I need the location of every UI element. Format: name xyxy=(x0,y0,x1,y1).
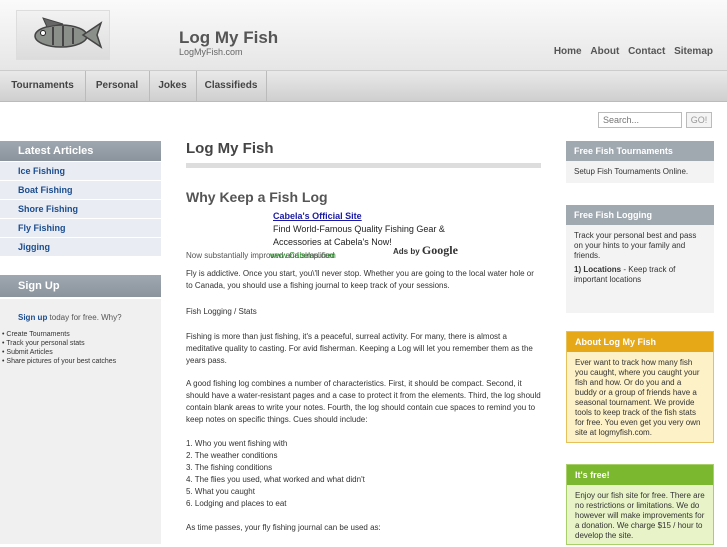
benefit-item: Create Tournaments xyxy=(2,330,116,339)
list-item: 5. What you caught xyxy=(186,487,255,496)
paragraph-2: Fish Logging / Stats xyxy=(186,307,257,316)
signup-benefits: Create Tournaments Track your personal s… xyxy=(2,330,116,366)
nav-home[interactable]: Home xyxy=(554,46,582,57)
about-body: Ever want to track how many fish you cau… xyxy=(575,358,701,437)
about-box: About Log My Fish Ever want to track how… xyxy=(566,331,714,443)
latest-articles-list: Ice Fishing Boat Fishing Shore Fishing F… xyxy=(0,162,161,257)
paragraph-3: Fishing is more than just fishing, it's … xyxy=(186,332,533,365)
locations-label: 1) Locations xyxy=(574,265,622,274)
article-link-fly-fishing[interactable]: Fly Fishing xyxy=(0,219,161,238)
free-logging-box: Free Fish Logging Track your personal be… xyxy=(566,205,714,313)
site-subtitle: LogMyFish.com xyxy=(179,47,243,57)
free-tournaments-heading: Free Fish Tournaments xyxy=(566,141,714,161)
main-content: Log My Fish Why Keep a Fish Log xyxy=(186,140,541,205)
list-item: 1. Who you went fishing with xyxy=(186,439,288,448)
signup-link[interactable]: Sign up xyxy=(18,313,47,322)
paragraph-4: A good fishing log combines a number of … xyxy=(186,379,541,424)
free-tournaments-box: Free Fish Tournaments Setup Fish Tournam… xyxy=(566,141,714,183)
signup-text-tail: today for free. Why? xyxy=(47,313,122,322)
tab-personal[interactable]: Personal xyxy=(85,71,150,101)
article-link-shore-fishing[interactable]: Shore Fishing xyxy=(0,200,161,219)
article-title: Why Keep a Fish Log xyxy=(186,189,328,205)
free-logging-heading: Free Fish Logging xyxy=(566,205,714,225)
tab-bar: Tournaments Personal Jokes Classifieds xyxy=(0,71,727,102)
free-logging-body: Track your personal best and pass on you… xyxy=(566,225,714,291)
list-item: 4. The flies you used, what worked and w… xyxy=(186,475,365,484)
free-heading: It's free! xyxy=(567,465,713,485)
cue-list: 1. Who you went fishing with 2. The weat… xyxy=(186,438,542,510)
ad-text-1: Find World-Famous Quality Fishing Gear & xyxy=(273,224,445,234)
nav-about[interactable]: About xyxy=(590,46,619,57)
free-logging-locations: 1) Locations - Keep track of important l… xyxy=(574,265,706,285)
free-tournaments-body: Setup Fish Tournaments Online. xyxy=(574,167,689,176)
site-title[interactable]: Log My Fish xyxy=(179,28,278,48)
free-box: It's free! Enjoy our fish site for free.… xyxy=(566,464,714,545)
latest-articles-heading: Latest Articles xyxy=(0,141,161,161)
article-link-jigging[interactable]: Jigging xyxy=(0,238,161,257)
ad-text-2: Accessories at Cabela's Now! xyxy=(273,237,392,247)
search-input[interactable] xyxy=(598,112,682,128)
list-item: 3. The fishing conditions xyxy=(186,463,273,472)
nav-sitemap[interactable]: Sitemap xyxy=(674,46,713,57)
article-link-boat-fishing[interactable]: Boat Fishing xyxy=(0,181,161,200)
title-divider xyxy=(186,163,541,168)
tab-tournaments[interactable]: Tournaments xyxy=(0,71,86,101)
list-item: 2. The weather conditions xyxy=(186,451,278,460)
benefit-item: Track your personal stats xyxy=(2,339,116,348)
top-nav: Home About Contact Sitemap xyxy=(548,46,713,57)
benefit-item: Share pictures of your best catches xyxy=(2,357,116,366)
paragraph-1: Fly is addictive. Once you start, you\'l… xyxy=(186,269,534,290)
list-item: 6. Lodging and places to eat xyxy=(186,499,287,508)
tab-jokes[interactable]: Jokes xyxy=(149,71,197,101)
paragraph-intro: Now substantially improved and simplifie… xyxy=(186,251,335,260)
site-header: Log My Fish LogMyFish.com Home About Con… xyxy=(0,0,727,71)
nav-contact[interactable]: Contact xyxy=(628,46,665,57)
free-logging-text: Track your personal best and pass on you… xyxy=(574,231,697,260)
free-body: Enjoy our fish site for free. There are … xyxy=(575,491,705,540)
paragraph-5: As time passes, your fly fishing journal… xyxy=(186,523,381,532)
signup-heading: Sign Up xyxy=(0,275,161,297)
signup-text: Sign up today for free. Why? xyxy=(18,313,122,322)
about-heading: About Log My Fish xyxy=(567,332,713,352)
ad-link[interactable]: Cabela's Official Site xyxy=(273,211,362,221)
search-go-button[interactable]: GO! xyxy=(686,112,712,128)
fish-logo[interactable] xyxy=(16,10,110,60)
ad-url[interactable]: www.Cabelas.com xyxy=(270,251,336,260)
page-title: Log My Fish xyxy=(186,140,274,157)
tab-classifieds[interactable]: Classifieds xyxy=(196,71,267,101)
benefit-item: Submit Articles xyxy=(2,348,116,357)
article-link-ice-fishing[interactable]: Ice Fishing xyxy=(0,162,161,181)
